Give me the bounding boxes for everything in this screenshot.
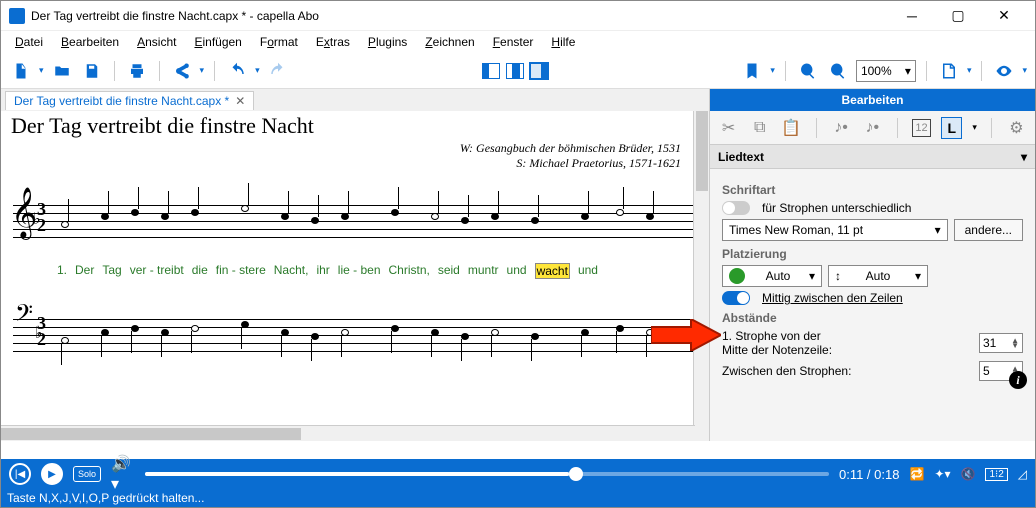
cut-icon[interactable]: ✂ — [718, 117, 739, 139]
lyrics-line: 1.DerTagver - treibtdiefin - stereNacht,… — [13, 263, 699, 279]
close-button[interactable]: ✕ — [981, 1, 1027, 31]
progress-slider[interactable] — [145, 472, 829, 476]
sidepanel-title: Bearbeiten — [710, 89, 1035, 111]
app-icon — [9, 8, 25, 24]
bookmark-button[interactable] — [740, 59, 764, 83]
distances-section-label: Abstände — [722, 311, 1023, 325]
loop-icon[interactable]: 🔁 — [909, 467, 924, 481]
document-tab[interactable]: Der Tag vertreibt die finstre Nacht.capx… — [5, 91, 254, 110]
menu-window[interactable]: Fenster — [485, 33, 542, 51]
font-per-stanza-toggle[interactable] — [722, 201, 750, 215]
undo-button[interactable] — [225, 59, 249, 83]
collapse-icon[interactable]: ▾ — [1021, 150, 1027, 164]
callout-arrow-icon — [651, 319, 721, 351]
volume-icon[interactable]: 🔊▾ — [111, 462, 135, 486]
menu-insert[interactable]: Einfügen — [186, 33, 249, 51]
rewind-button[interactable]: |◀ — [9, 463, 31, 485]
zoom-select[interactable]: 100%▾ — [856, 60, 916, 82]
redo-button[interactable] — [266, 59, 290, 83]
note-tool-1-icon[interactable]: ♪• — [830, 117, 851, 139]
section-liedtext[interactable]: Liedtext — [718, 150, 764, 164]
menu-edit[interactable]: Bearbeiten — [53, 33, 127, 51]
menubar: Datei Bearbeiten Ansicht Einfügen Format… — [1, 31, 1035, 53]
menu-help[interactable]: Hilfe — [543, 33, 583, 51]
placement-section-label: Platzierung — [722, 247, 1023, 261]
staff-bass: 𝄢 ♭ 32 — [13, 309, 699, 359]
font-select[interactable]: Times New Roman, 11 pt▾ — [722, 219, 948, 241]
tab-label: Der Tag vertreibt die finstre Nacht.capx… — [14, 94, 229, 108]
new-doc-button[interactable] — [9, 59, 33, 83]
dist1-label: 1. Strophe von derMitte der Notenzeile: — [722, 329, 832, 357]
info-icon[interactable]: i — [1009, 371, 1027, 389]
layout-center-button[interactable] — [506, 63, 524, 79]
page-setup-button[interactable] — [937, 59, 961, 83]
center-toggle-label: Mittig zwischen den Zeilen — [762, 291, 903, 305]
settings-play-icon[interactable]: ✦▾ — [934, 467, 950, 481]
play-button[interactable]: ▶ — [41, 463, 63, 485]
menu-extras[interactable]: Extras — [308, 33, 358, 51]
status-text: Taste N,X,J,V,I,O,P gedrückt halten... — [7, 491, 204, 505]
placement-color-select[interactable]: Auto▾ — [722, 265, 822, 287]
menu-plugins[interactable]: Plugins — [360, 33, 415, 51]
maximize-button[interactable]: ▢ — [935, 1, 981, 31]
time-signature: 32 — [37, 201, 46, 233]
time-signature-bass: 32 — [37, 315, 46, 347]
number-box-icon[interactable]: 12 — [912, 119, 931, 137]
dist1-spinner[interactable]: 31▲▼ — [979, 333, 1023, 353]
metronome-icon[interactable]: ◿ — [1018, 467, 1027, 481]
staff-treble: 𝄞 ♭ 32 — [13, 195, 699, 245]
print-button[interactable] — [125, 59, 149, 83]
placement-vert-select[interactable]: ↕Auto▾ — [828, 265, 928, 287]
save-button[interactable] — [80, 59, 104, 83]
score-area[interactable]: Der Tag vertreibt die finstre Nacht W: G… — [1, 111, 711, 441]
font-toggle-label: für Strophen unterschiedlich — [762, 201, 911, 215]
bass-clef-icon: 𝄢 — [15, 301, 33, 333]
menu-format[interactable]: Format — [252, 33, 306, 51]
center-between-lines-toggle[interactable] — [722, 291, 750, 305]
layout-right-button[interactable] — [530, 63, 548, 79]
note-tool-2-icon[interactable]: ♪• — [862, 117, 883, 139]
view-mode-button[interactable] — [992, 59, 1016, 83]
vertical-scrollbar[interactable] — [693, 111, 709, 441]
score-title: Der Tag vertreibt die finstre Nacht — [1, 111, 711, 141]
copy-icon[interactable]: ⧉ — [749, 117, 770, 139]
lyrics-mode-button[interactable]: L — [941, 117, 962, 139]
time-display: 0:11 / 0:18 — [839, 467, 899, 482]
plugin-icon[interactable]: ⚙ — [1006, 117, 1027, 139]
zoom-out-button[interactable] — [796, 59, 820, 83]
font-section-label: Schriftart — [722, 183, 1023, 197]
font-other-button[interactable]: andere... — [954, 219, 1023, 241]
counter-icon[interactable]: 1⁝2 — [985, 468, 1007, 481]
dist2-label: Zwischen den Strophen: — [722, 364, 851, 378]
horizontal-scrollbar[interactable] — [1, 425, 695, 441]
minimize-button[interactable]: ─ — [889, 1, 935, 31]
zoom-in-button[interactable] — [826, 59, 850, 83]
share-button[interactable] — [170, 59, 194, 83]
mute-icon[interactable]: 🔇 — [961, 467, 976, 481]
score-credit-1: W: Gesangbuch der böhmischen Brüder, 153… — [1, 141, 711, 156]
menu-file[interactable]: Datei — [7, 33, 51, 51]
paste-icon[interactable]: 📋 — [780, 117, 801, 139]
layout-left-button[interactable] — [482, 63, 500, 79]
menu-draw[interactable]: Zeichnen — [417, 33, 482, 51]
score-credit-2: S: Michael Praetorius, 1571-1621 — [1, 156, 711, 171]
tab-close-icon[interactable]: ✕ — [235, 94, 245, 108]
window-title: Der Tag vertreibt die finstre Nacht.capx… — [31, 9, 889, 23]
solo-button[interactable]: Solo — [73, 466, 101, 482]
open-button[interactable] — [50, 59, 74, 83]
menu-view[interactable]: Ansicht — [129, 33, 184, 51]
